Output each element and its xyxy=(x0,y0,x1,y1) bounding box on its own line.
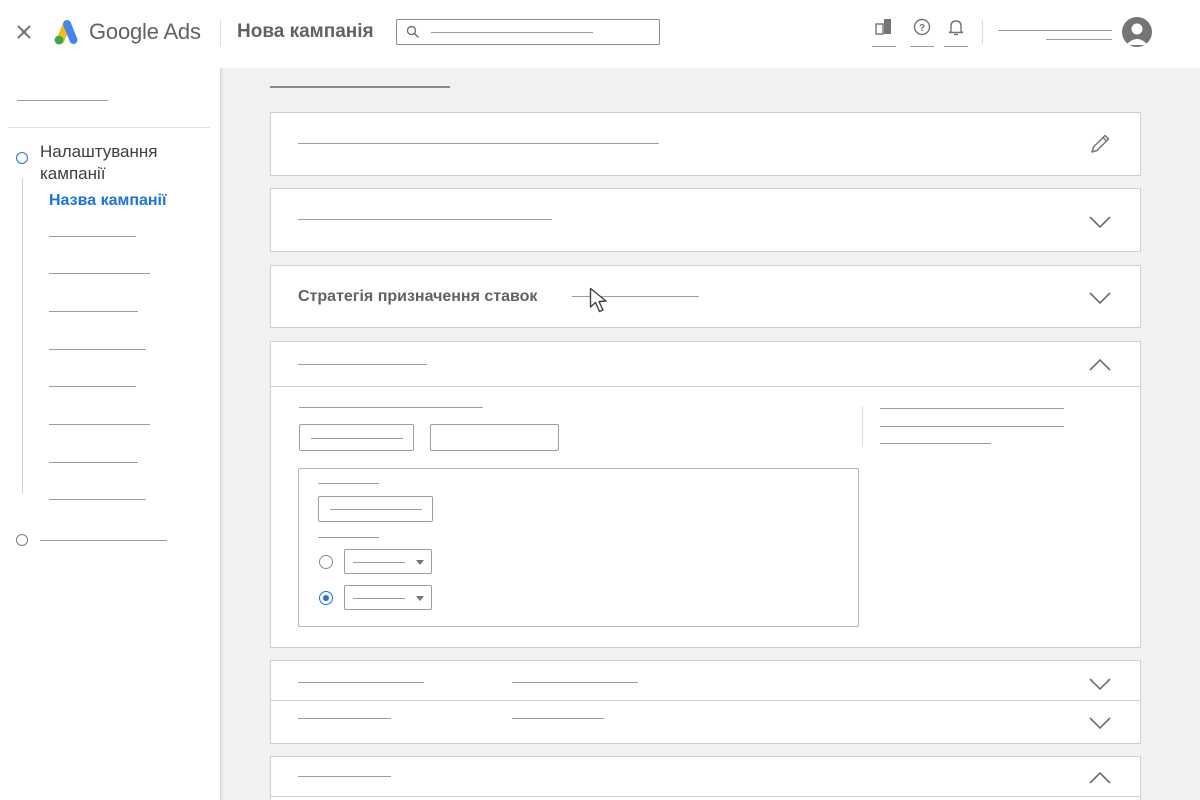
edit-pencil-icon[interactable] xyxy=(1088,132,1112,156)
panel-label xyxy=(318,537,379,538)
settings-card-1[interactable] xyxy=(270,112,1141,176)
chevron-up-icon[interactable] xyxy=(1089,358,1111,371)
chevron-down-icon[interactable] xyxy=(1089,215,1111,229)
help-text-line xyxy=(880,443,991,444)
sidebar-shadow xyxy=(220,68,223,800)
search-placeholder xyxy=(431,32,593,33)
step-indicator-active xyxy=(16,152,28,164)
help-text-line xyxy=(880,408,1064,409)
account-avatar-icon[interactable] xyxy=(1122,17,1152,47)
sidebar-item[interactable] xyxy=(49,236,136,237)
settings-card-6 xyxy=(270,756,1141,800)
sidebar-item[interactable] xyxy=(49,311,138,312)
bidding-strategy-title: Стратегія призначення ставок xyxy=(298,288,538,305)
dropdown-1[interactable] xyxy=(344,549,432,574)
chevron-down-icon[interactable] xyxy=(1089,291,1111,305)
row-label xyxy=(298,682,424,683)
radio-option-2-selected[interactable] xyxy=(319,591,333,605)
sidebar-item[interactable] xyxy=(49,499,146,500)
sidebar-item[interactable] xyxy=(49,273,150,274)
settings-card-2[interactable] xyxy=(270,188,1141,252)
card-header-divider xyxy=(271,386,1140,387)
search-icon xyxy=(406,25,420,39)
google-ads-logo-icon xyxy=(52,18,82,46)
chevron-down-icon[interactable] xyxy=(1089,716,1111,730)
option-button-1[interactable] xyxy=(299,424,414,451)
sidebar-header-placeholder xyxy=(17,100,108,101)
sidebar-item[interactable] xyxy=(49,349,146,350)
dropdown-arrow-icon xyxy=(416,560,424,565)
option-button-2[interactable] xyxy=(430,424,559,451)
panel-label xyxy=(318,483,379,484)
header-divider xyxy=(220,20,221,46)
text-field[interactable] xyxy=(318,496,433,522)
bell-icon[interactable] xyxy=(944,17,968,47)
settings-group-card xyxy=(270,660,1141,744)
svg-text:?: ? xyxy=(919,23,925,34)
card-2-summary xyxy=(298,219,552,220)
search-input[interactable] xyxy=(396,19,660,45)
bidding-strategy-value xyxy=(572,296,699,297)
sidebar-divider xyxy=(8,127,210,128)
reports-icon[interactable] xyxy=(872,17,896,47)
dropdown-arrow-icon xyxy=(416,596,424,601)
sidebar-item[interactable] xyxy=(49,386,136,387)
section-heading-placeholder xyxy=(270,86,450,88)
header-divider-right xyxy=(982,20,983,44)
row-divider xyxy=(271,700,1140,701)
field-label xyxy=(299,407,483,408)
account-id-placeholder xyxy=(1046,39,1112,40)
brand-name: Google Ads xyxy=(89,19,201,44)
card-6-title xyxy=(298,776,391,777)
help-icon[interactable]: ? xyxy=(910,17,934,47)
account-name-placeholder xyxy=(998,30,1112,31)
sidebar-item-campaign-name[interactable]: Назва кампанії xyxy=(49,192,166,210)
sidebar-item[interactable] xyxy=(49,424,150,425)
sidebar-item[interactable] xyxy=(49,462,138,463)
sidebar-step-campaign-settings[interactable]: Налаштування кампанії xyxy=(40,141,210,185)
help-text-line xyxy=(880,426,1064,427)
dropdown-2[interactable] xyxy=(344,585,432,610)
sidebar-step-next[interactable] xyxy=(40,540,167,541)
row-label xyxy=(298,718,391,719)
page-title: Нова кампанія xyxy=(237,21,374,42)
chevron-up-icon[interactable] xyxy=(1089,771,1111,784)
help-divider xyxy=(862,406,863,447)
radio-option-1[interactable] xyxy=(319,555,333,569)
close-icon[interactable] xyxy=(14,22,34,42)
step-connector xyxy=(22,178,23,493)
chevron-down-icon[interactable] xyxy=(1089,677,1111,691)
card-6-divider xyxy=(271,796,1140,797)
top-app-bar: Google Ads Нова кампанія ? xyxy=(0,0,1200,68)
row-value xyxy=(512,682,638,683)
expanded-card-title xyxy=(298,364,427,365)
step-indicator-next xyxy=(16,534,28,546)
card-1-summary xyxy=(298,143,659,144)
row-value xyxy=(512,718,604,719)
